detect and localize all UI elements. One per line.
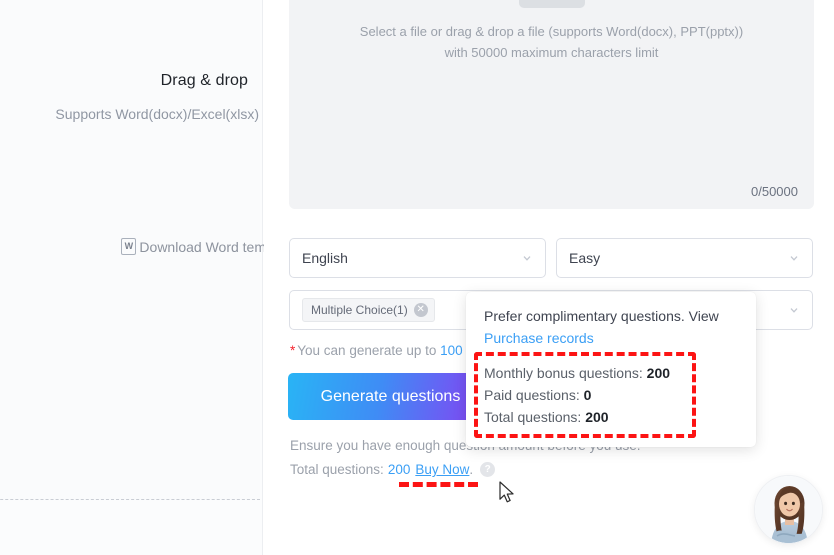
popover-stats-list: Monthly bonus questions: 200 Paid questi… (484, 362, 738, 428)
total-questions-label: Total questions: (290, 462, 384, 477)
questions-balance-popover: Prefer complimentary questions. View Pur… (466, 292, 756, 447)
generate-questions-button[interactable]: Generate questions (288, 373, 493, 420)
stat-row: Paid questions: 0 (484, 384, 738, 406)
chevron-down-icon (521, 252, 533, 264)
difficulty-select[interactable]: Easy (556, 238, 813, 278)
chevron-down-icon (788, 304, 800, 316)
required-asterisk: * (290, 343, 296, 358)
chevron-down-icon (788, 252, 800, 264)
question-type-chip-label: Multiple Choice(1) (311, 303, 408, 317)
stat-label: Total questions: (484, 409, 582, 426)
generation-limit-text: You can generate up to (297, 343, 441, 358)
language-select-value: English (302, 250, 348, 266)
character-counter: 0/50000 (751, 184, 798, 199)
popover-headline: Prefer complimentary questions. View (484, 308, 719, 324)
select-file-button[interactable] (518, 0, 585, 8)
download-word-template-link[interactable]: W Download Word tem (121, 238, 266, 255)
buy-now-link[interactable]: Buy Now (415, 462, 469, 477)
stat-value: 200 (646, 365, 671, 382)
difficulty-select-value: Easy (569, 250, 601, 266)
stat-row: Monthly bonus questions: 200 (484, 362, 738, 384)
app-screen: Drag & drop Supports Word(docx)/Excel(xl… (0, 0, 834, 555)
file-upload-dropzone[interactable]: Select a file or drag & drop a file (sup… (289, 0, 814, 209)
support-chat-avatar-button[interactable] (754, 475, 823, 544)
stat-label: Monthly bonus questions: (484, 365, 643, 382)
total-questions-value: 200 (387, 462, 411, 477)
drag-drop-subtitle: Supports Word(docx)/Excel(xlsx) (55, 106, 259, 122)
close-icon[interactable]: ✕ (413, 303, 428, 317)
upload-hint-line-2: with 50000 maximum characters limit (444, 45, 659, 60)
language-select[interactable]: English (289, 238, 546, 278)
upload-hint-line-1: Select a file or drag & drop a file (sup… (359, 24, 744, 39)
stat-row: Total questions: 200 (484, 406, 738, 428)
stat-value: 200 (585, 409, 609, 426)
word-file-icon: W (121, 238, 137, 255)
purchase-records-link[interactable]: Purchase records (484, 330, 738, 346)
generation-limit-value: 100 (440, 343, 463, 358)
stat-label: Paid questions: (484, 387, 580, 404)
question-type-chip: Multiple Choice(1) ✕ (302, 298, 435, 322)
left-upload-panel: Drag & drop Supports Word(docx)/Excel(xl… (0, 0, 266, 555)
buy-now-period: . (469, 462, 474, 477)
help-question-icon[interactable]: ? (480, 462, 496, 477)
download-word-template-label: Download Word tem (139, 238, 266, 255)
stat-value: 0 (583, 387, 592, 404)
generation-limit-note: * You can generate up to 100 (290, 343, 463, 358)
total-questions-line: Total questions: 200 Buy Now . ? (290, 462, 496, 477)
drag-drop-title: Drag & drop (160, 72, 248, 89)
main-panel: Select a file or drag & drop a file (sup… (264, 0, 834, 555)
avatar (755, 476, 822, 543)
